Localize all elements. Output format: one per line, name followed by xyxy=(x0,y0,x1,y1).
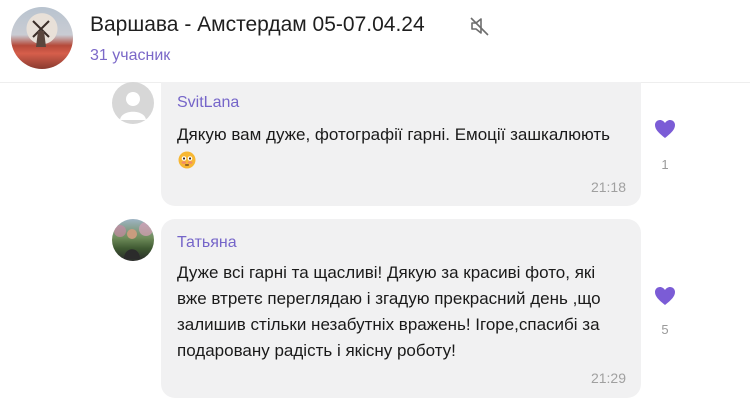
message-time: 21:29 xyxy=(590,370,626,386)
avatar[interactable] xyxy=(112,82,154,124)
message-bubble[interactable]: SvitLana Дякую вам дуже, фотографії гарн… xyxy=(161,82,641,206)
avatar[interactable] xyxy=(112,219,154,261)
message-text-content: Дякую вам дуже, фотографії гарні. Емоції… xyxy=(177,125,610,144)
member-count[interactable]: 31 учасник xyxy=(90,47,170,65)
default-user-icon xyxy=(120,92,146,120)
purple-heart-icon xyxy=(655,287,675,305)
reaction-button[interactable] xyxy=(650,114,680,144)
reaction-button[interactable] xyxy=(650,281,680,311)
message-author[interactable]: Татьяна xyxy=(177,234,237,252)
flushed-face-icon xyxy=(178,151,196,169)
group-avatar[interactable] xyxy=(11,7,73,69)
reaction-count: 5 xyxy=(661,322,669,337)
muted-icon xyxy=(470,17,489,36)
chat-header: Варшава - Амстердам 05-07.04.24 31 учасн… xyxy=(0,0,750,82)
message-text: Дуже всі гарні та щасливі! Дякую за крас… xyxy=(177,263,601,360)
message-text: Дякую вам дуже, фотографії гарні. Емоції… xyxy=(177,122,627,174)
user-photo xyxy=(114,222,153,259)
chat-title[interactable]: Варшава - Амстердам 05-07.04.24 xyxy=(90,13,425,37)
windmill-icon xyxy=(32,20,50,47)
message-bubble[interactable]: Татьяна Дуже всі гарні та щасливі! Дякую… xyxy=(161,219,641,398)
reaction-count: 1 xyxy=(661,157,669,172)
message-time: 21:18 xyxy=(590,179,626,195)
message-author[interactable]: SvitLana xyxy=(177,94,239,112)
purple-heart-icon xyxy=(655,120,675,138)
